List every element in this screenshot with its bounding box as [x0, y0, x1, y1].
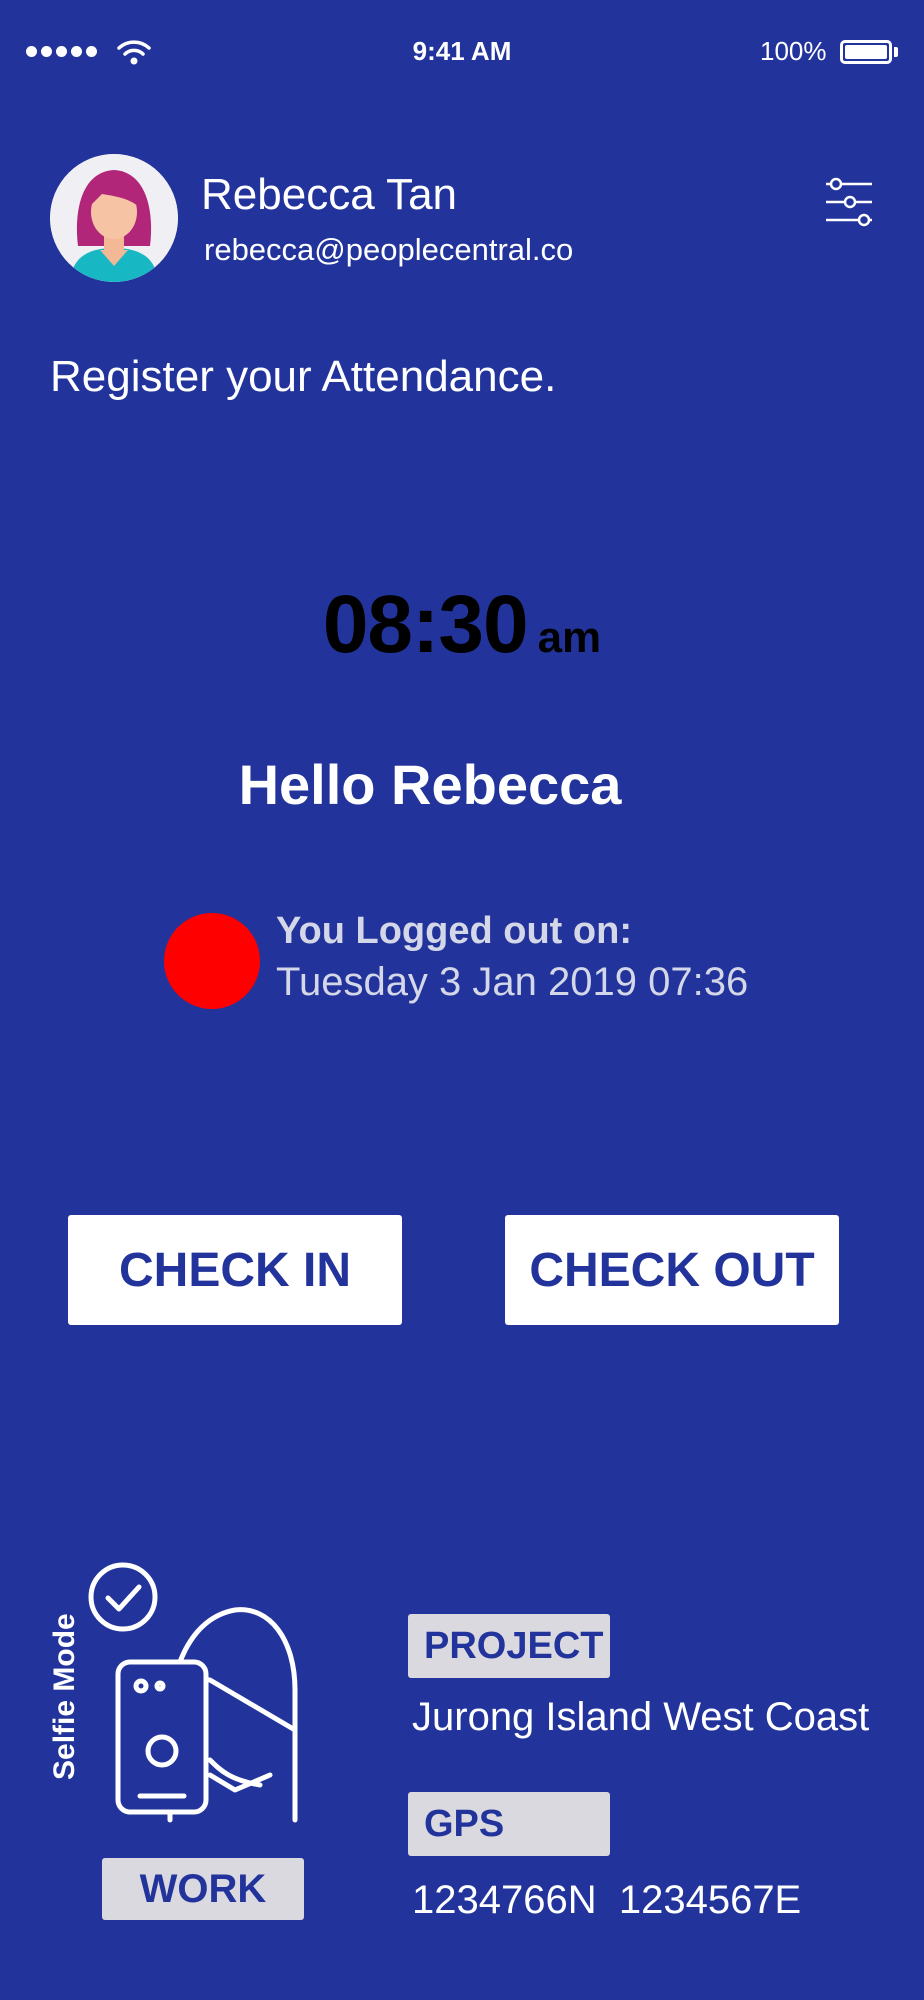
work-mode-tag[interactable]: WORK [102, 1858, 304, 1920]
greeting: Hello Rebecca [238, 753, 622, 816]
selfie-mode-label: Selfie Mode [48, 1613, 81, 1780]
battery-cap [894, 47, 898, 57]
status-indicator [164, 913, 260, 1009]
last-status-datetime: Tuesday 3 Jan 2019 07:36 [276, 960, 749, 1004]
battery-percentage: 100% [760, 36, 827, 66]
user-email: rebecca@peoplecentral.co [204, 232, 574, 267]
status-bar: 9:41 AM 100% [0, 0, 924, 108]
last-status-label: You Logged out on: [276, 910, 632, 952]
current-time-value: 08:30 [322, 579, 529, 670]
current-time: 08:30 am [0, 578, 924, 672]
sliders-icon[interactable] [824, 176, 874, 228]
battery-icon [840, 40, 892, 64]
selfie-mode-icon[interactable] [60, 1560, 310, 1830]
gps-coordinates: 1234766N 1234567E [412, 1878, 802, 1922]
user-name: Rebecca Tan [201, 170, 458, 219]
check-in-button[interactable]: CHECK IN [68, 1215, 402, 1325]
project-tag: PROJECT [408, 1614, 610, 1678]
page-heading: Register your Attendance. [50, 352, 557, 401]
check-out-button[interactable]: CHECK OUT [505, 1215, 839, 1325]
current-time-period: am [537, 613, 602, 662]
project-name: Jurong Island West Coast [412, 1695, 870, 1739]
gps-tag: GPS [408, 1792, 610, 1856]
avatar[interactable] [50, 154, 178, 282]
avatar-woman-icon [50, 154, 178, 282]
